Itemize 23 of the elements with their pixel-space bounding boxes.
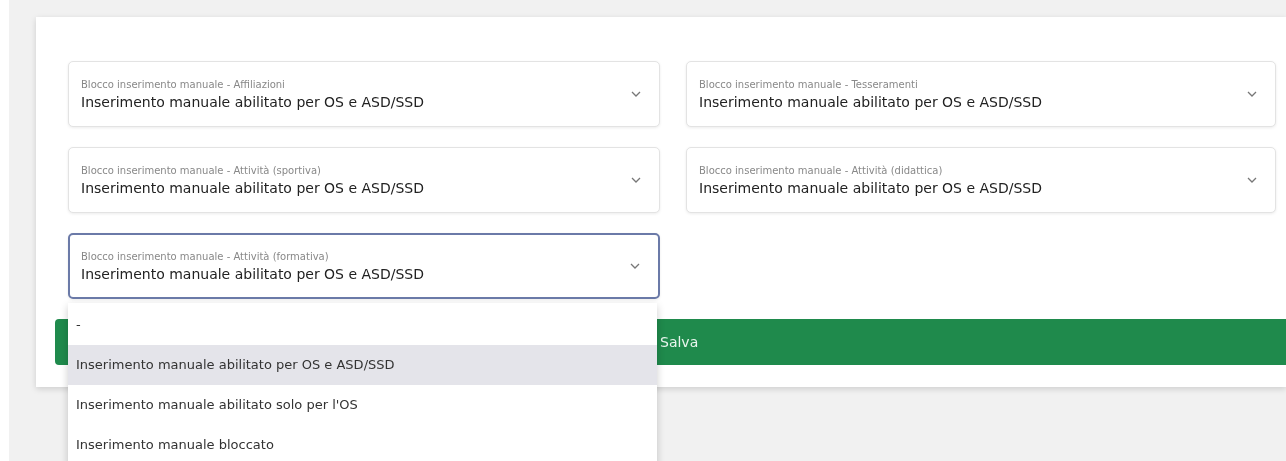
chevron-down-icon — [630, 263, 640, 269]
field-label: Blocco inserimento manuale - Attività (formativa) — [81, 250, 330, 262]
chevron-down-icon — [1247, 91, 1257, 97]
field-label: Blocco inserimento manuale - Tesseramenti — [699, 78, 919, 90]
select-field[interactable]: Blocco inserimento manuale - Attività (didattica) Inserimento manuale abilitato per OS e ASD/SSD — [686, 147, 1276, 213]
field-value: Inserimento manuale abilitato per OS e ASD/SSD — [699, 93, 1044, 110]
select-field[interactable]: Blocco inserimento manuale - Tesseramenti Inserimento manuale abilitato per OS e ASD/SSD — [686, 61, 1276, 127]
field-value: Inserimento manuale abilitato per OS e ASD/SSD — [81, 93, 426, 110]
select-field[interactable]: Blocco inserimento manuale - Attività (sportiva) Inserimento manuale abilitato per OS e ASD/SSD — [68, 147, 660, 213]
field-value: Inserimento manuale abilitato per OS e ASD/SSD — [81, 265, 426, 282]
chevron-down-icon — [631, 91, 641, 97]
field-value: Inserimento manuale abilitato per OS e ASD/SSD — [81, 179, 426, 196]
field-value: Inserimento manuale abilitato per OS e ASD/SSD — [699, 179, 1044, 196]
chevron-down-icon — [631, 177, 641, 183]
dropdown-option[interactable]: Inserimento manuale bloccato — [68, 425, 657, 461]
field-label: Blocco inserimento manuale - Attività (didattica) — [699, 164, 944, 176]
select-field[interactable]: Blocco inserimento manuale - Attività (formativa) Inserimento manuale abilitato per OS e ASD/SSD — [68, 233, 660, 299]
field-label: Blocco inserimento manuale - Affiliazioni — [81, 78, 286, 90]
chevron-down-icon — [1247, 177, 1257, 183]
dropdown-option[interactable]: Inserimento manuale abilitato solo per l'OS — [68, 385, 657, 425]
dropdown-option[interactable]: Inserimento manuale abilitato per OS e ASD/SSD — [68, 345, 657, 385]
select-field[interactable]: Blocco inserimento manuale - Affiliazioni Inserimento manuale abilitato per OS e ASD/SSD — [68, 61, 660, 127]
field-label: Blocco inserimento manuale - Attività (sportiva) — [81, 164, 322, 176]
